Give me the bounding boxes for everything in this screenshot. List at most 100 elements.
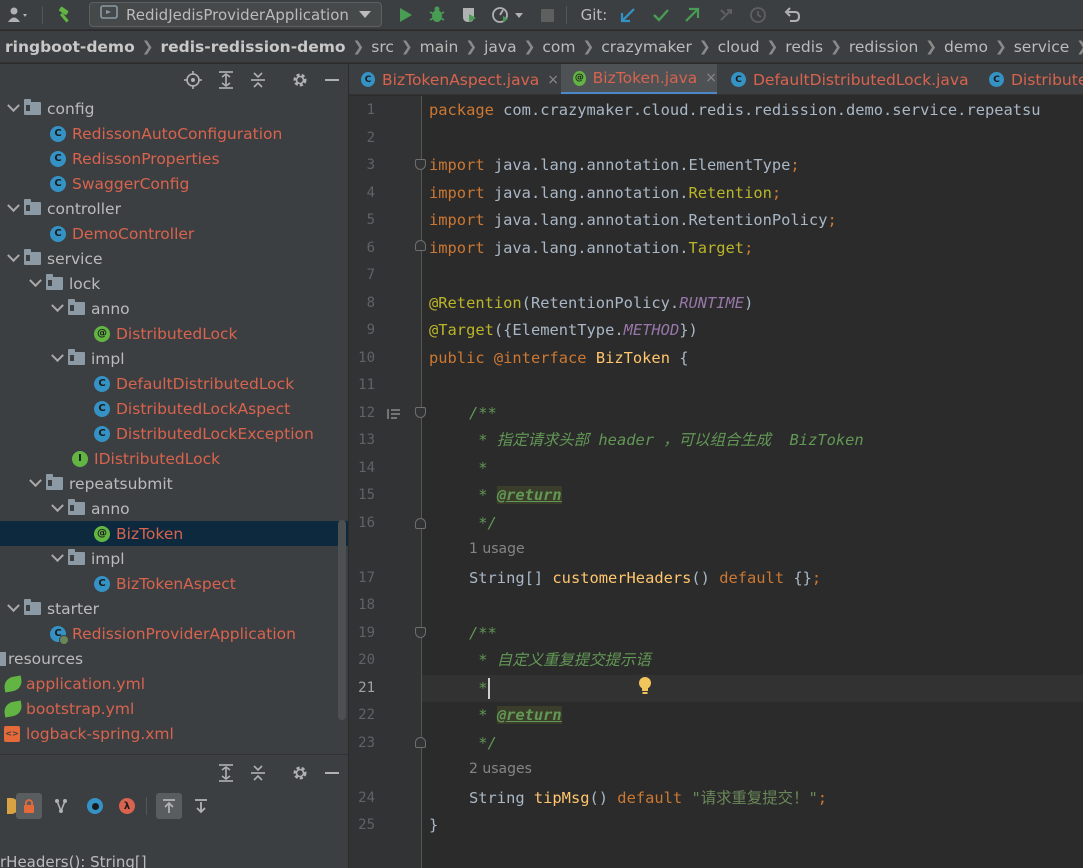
gear-icon[interactable] [290, 763, 310, 783]
fields-filter-icon[interactable] [48, 793, 74, 819]
structure-member[interactable]: rHeaders(): String[] [0, 853, 147, 868]
line-number[interactable]: 17 [349, 570, 375, 586]
tree-file[interactable]: I IDistributedLock [0, 446, 348, 471]
tree-file[interactable]: C DemoController [0, 221, 348, 246]
history-icon[interactable] [746, 0, 770, 30]
breadcrumb-item[interactable]: redis [780, 38, 828, 56]
breadcrumb-item[interactable]: cloud [713, 38, 765, 56]
breadcrumb-item[interactable]: redis-redission-demo [155, 38, 350, 56]
line-number[interactable]: 12 [349, 405, 375, 421]
line-number[interactable]: 20 [349, 652, 375, 668]
lightbulb-icon[interactable] [638, 676, 652, 696]
editor-tab[interactable]: C Distribute [977, 64, 1083, 94]
collapse-all-icon[interactable] [248, 70, 268, 90]
tree-file[interactable]: bootstrap.yml [0, 696, 348, 721]
tree-folder[interactable]: repeatsubmit [0, 471, 348, 496]
expand-all-icon[interactable] [216, 763, 236, 783]
tree-file[interactable]: C RedissonProperties [0, 146, 348, 171]
chevron-down-icon[interactable] [50, 302, 64, 316]
line-number[interactable]: 3 [349, 157, 375, 173]
tree-file[interactable]: C SwaggerConfig [0, 171, 348, 196]
tree-file[interactable]: C RedissionProviderApplication [0, 621, 348, 646]
line-number[interactable]: 4 [349, 185, 375, 201]
line-number[interactable]: 2 [349, 130, 375, 146]
line-number[interactable]: 8 [349, 295, 375, 311]
line-number[interactable]: 6 [349, 240, 375, 256]
line-number[interactable]: 25 [349, 817, 375, 833]
debug-icon[interactable] [424, 0, 450, 30]
locate-file-icon[interactable] [183, 70, 203, 90]
tree-file[interactable]: C DistributedLockAspect [0, 396, 348, 421]
usages-hint[interactable]: 1 usage [469, 541, 525, 557]
git-commit-icon[interactable] [648, 0, 674, 30]
line-number[interactable]: 1 [349, 102, 375, 118]
line-number[interactable]: 13 [349, 432, 375, 448]
breadcrumb-item[interactable]: java [479, 38, 521, 56]
chevron-down-icon[interactable] [6, 102, 20, 116]
line-number[interactable]: 10 [349, 350, 375, 366]
hide-panel-icon[interactable] [322, 70, 342, 90]
tree-file[interactable]: C DistributedLockException [0, 421, 348, 446]
fold-marker-icon[interactable] [415, 627, 426, 638]
tree-file[interactable]: @ DistributedLock [0, 321, 348, 346]
breadcrumb-item[interactable]: src [366, 38, 399, 56]
run-with-coverage-icon[interactable] [456, 0, 482, 30]
tree-file[interactable]: application.yml [0, 671, 348, 696]
autoscroll-to-source-icon[interactable] [156, 793, 182, 819]
chevron-down-icon[interactable] [28, 277, 42, 291]
fold-marker-icon[interactable] [415, 737, 426, 748]
line-number[interactable]: 23 [349, 735, 375, 751]
line-number[interactable]: 14 [349, 460, 375, 476]
tree-folder[interactable]: impl [0, 546, 348, 571]
hide-panel-icon[interactable] [322, 763, 342, 783]
line-number[interactable]: 16 [349, 515, 375, 531]
rollback-icon[interactable] [780, 0, 804, 30]
git-merge-icon[interactable] [714, 0, 738, 30]
breadcrumb-item[interactable]: service [1009, 38, 1075, 56]
breadcrumb-item[interactable]: demo [939, 38, 993, 56]
tree-file[interactable]: C BizTokenAspect [0, 571, 348, 596]
tree-folder[interactable]: impl [0, 346, 348, 371]
tree-folder[interactable]: service [0, 246, 348, 271]
line-number[interactable]: 18 [349, 597, 375, 613]
stop-icon[interactable] [536, 0, 558, 30]
line-number[interactable]: 24 [349, 790, 375, 806]
project-scrollbar[interactable] [338, 520, 346, 720]
tree-folder[interactable]: config [0, 96, 348, 121]
line-number[interactable]: 11 [349, 377, 375, 393]
tree-file[interactable]: <> logback-spring.xml [0, 721, 348, 746]
chevron-down-icon[interactable] [6, 252, 20, 266]
close-icon[interactable]: × [547, 72, 559, 88]
breadcrumb-item[interactable]: com [537, 38, 580, 56]
run-configuration-select[interactable]: RedidJedisProviderApplication [89, 2, 382, 27]
editor-tab[interactable]: C DefaultDistributedLock.java [719, 64, 975, 94]
breadcrumb-item[interactable]: ringboot-demo [0, 38, 140, 56]
fold-marker-icon[interactable] [415, 240, 426, 251]
chevron-down-icon[interactable] [50, 552, 64, 566]
collapse-all-icon[interactable] [248, 763, 268, 783]
line-number[interactable]: 9 [349, 322, 375, 338]
autoscroll-from-source-icon[interactable] [188, 793, 214, 819]
rendered-doc-icon[interactable] [387, 406, 401, 424]
line-number[interactable]: 21 [349, 680, 375, 696]
usages-hint[interactable]: 2 usages [469, 761, 532, 777]
fold-marker-icon[interactable] [415, 407, 426, 418]
breadcrumb-item[interactable]: redission [844, 38, 923, 56]
line-number[interactable]: 15 [349, 487, 375, 503]
tree-folder[interactable]: anno [0, 496, 348, 521]
git-update-icon[interactable] [616, 0, 640, 30]
editor-tab[interactable]: @ BizToken.java × [561, 64, 717, 94]
tree-file[interactable]: C DefaultDistributedLock [0, 371, 348, 396]
gear-icon[interactable] [290, 70, 310, 90]
chevron-down-icon[interactable] [6, 602, 20, 616]
line-number[interactable]: 7 [349, 267, 375, 283]
anonymous-class-icon[interactable] [82, 793, 108, 819]
tree-file[interactable]: C RedissonAutoConfiguration [0, 121, 348, 146]
chevron-down-icon[interactable] [50, 352, 64, 366]
chevron-down-icon[interactable] [28, 477, 42, 491]
chevron-down-icon[interactable] [50, 502, 64, 516]
lambda-icon[interactable]: λ [114, 793, 140, 819]
git-push-icon[interactable] [680, 0, 704, 30]
close-icon[interactable]: × [705, 70, 717, 86]
line-number[interactable]: 19 [349, 625, 375, 641]
